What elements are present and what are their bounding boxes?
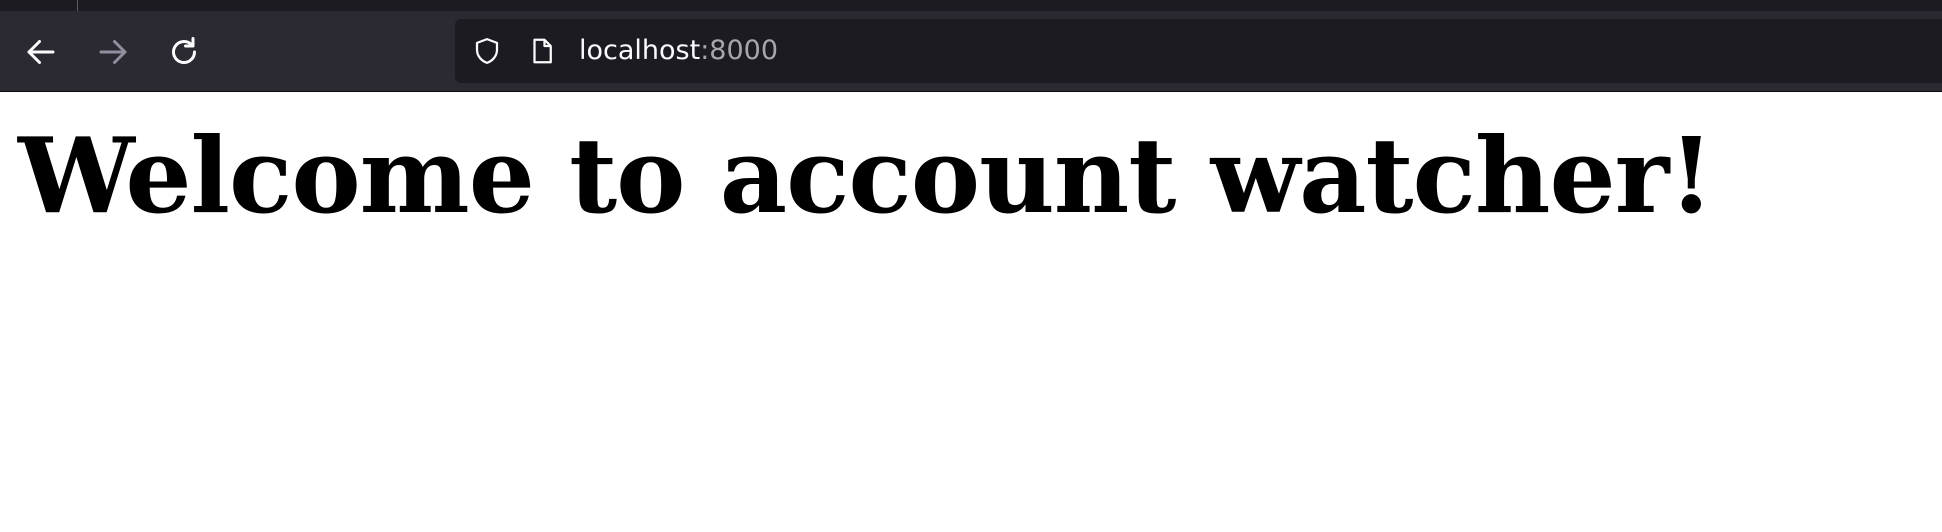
tab-strip <box>0 0 1942 11</box>
tab-divider <box>77 0 78 11</box>
site-info-button[interactable] <box>526 35 558 67</box>
url-host: localhost <box>579 35 701 66</box>
arrow-left-icon <box>27 40 55 64</box>
address-bar[interactable]: localhost:8000 <box>455 19 1942 83</box>
page-content: Welcome to account watcher! <box>0 92 1942 532</box>
reload-button[interactable] <box>162 30 206 74</box>
back-button[interactable] <box>19 30 63 74</box>
url-port: :8000 <box>700 35 779 66</box>
reload-icon <box>172 37 196 64</box>
arrow-right-icon <box>99 40 127 64</box>
url-text[interactable]: localhost:8000 <box>579 31 778 71</box>
forward-button[interactable] <box>91 30 135 74</box>
page-title: Welcome to account watcher! <box>18 114 1714 237</box>
tracking-protection-button[interactable] <box>471 35 503 67</box>
browser-toolbar: localhost:8000 <box>0 0 1942 92</box>
shield-icon <box>475 38 499 64</box>
page-icon <box>533 38 552 64</box>
